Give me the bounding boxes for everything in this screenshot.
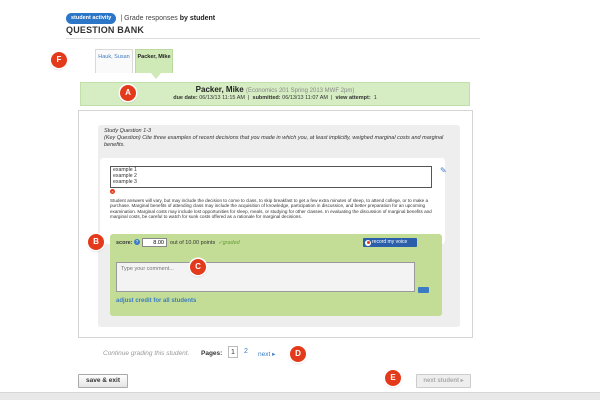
record-icon: [365, 239, 371, 246]
page-title: QUESTION BANK: [66, 25, 145, 35]
due-date-value: 06/13/13 11:15 AM: [199, 95, 245, 101]
breadcrumb-text: | Grade responses by student: [120, 15, 215, 22]
score-input[interactable]: [142, 238, 167, 247]
submitted-label: submitted:: [252, 95, 281, 101]
student-tabs: Hauk, Susan Packer, Mike: [95, 47, 173, 79]
callout-e: E: [385, 370, 401, 386]
next-page-link[interactable]: next ▸: [258, 350, 275, 358]
student-answer: example 1 example 2 example 3: [110, 166, 432, 188]
pages-label: Pages:: [201, 350, 223, 357]
help-icon[interactable]: ?: [134, 239, 140, 245]
edit-icon[interactable]: ✎: [440, 166, 447, 175]
adjust-credit-link[interactable]: adjust credit for all students: [116, 298, 196, 304]
student-name-line: Packer, Mike (Economics 201 Spring 2013 …: [81, 85, 469, 94]
comment-input[interactable]: [116, 262, 415, 292]
tab-student-hauk-susan[interactable]: Hauk, Susan: [95, 49, 133, 73]
student-name: Packer, Mike: [195, 85, 244, 94]
breadcrumb-prefix: | Grade responses: [120, 14, 180, 22]
breadcrumb: student activity | Grade responses by st…: [66, 12, 215, 24]
view-attempt-label: view attempt:: [335, 95, 371, 101]
record-voice-button[interactable]: record my voice: [363, 238, 417, 247]
callout-c: C: [190, 259, 206, 275]
question-text: (Key Question) Cite three examples of re…: [104, 135, 444, 148]
save-exit-button[interactable]: save & exit: [78, 374, 128, 388]
next-student-button[interactable]: next student ▸: [416, 374, 471, 388]
callout-b: B: [88, 234, 104, 250]
bottom-bar: [0, 392, 600, 400]
graded-status: ✓graded: [218, 240, 240, 246]
view-attempt-value[interactable]: 1: [374, 95, 377, 101]
score-out-of: out of 10.00 points: [170, 240, 216, 246]
student-banner: Packer, Mike (Economics 201 Spring 2013 …: [80, 82, 470, 106]
due-date-label: due date:: [173, 95, 198, 101]
submitted-value: 06/13/13 11:07 AM: [282, 95, 328, 101]
student-activity-badge[interactable]: student activity: [66, 12, 117, 24]
keyboard-icon[interactable]: [418, 287, 429, 293]
answer-line: example 3: [113, 178, 137, 185]
breadcrumb-current: by student: [179, 14, 216, 22]
answer-rationale: Student answers will vary, but may inclu…: [110, 198, 432, 219]
submission-meta: due date: 06/13/13 11:15 AM | submitted:…: [173, 95, 377, 101]
title-divider: [66, 38, 480, 39]
incorrect-icon: ×: [110, 189, 115, 194]
page-2[interactable]: 2: [241, 346, 251, 358]
score-label: score:: [116, 240, 133, 246]
callout-f: F: [51, 52, 67, 68]
callout-a: A: [120, 85, 136, 101]
question-title: Study Question 1-3: [104, 128, 152, 134]
tab-student-packer-mike[interactable]: Packer, Mike: [135, 49, 173, 79]
record-voice-label: record my voice: [372, 239, 408, 245]
callout-d: D: [290, 346, 306, 362]
continue-grading-text: Continue grading this student.: [103, 350, 190, 357]
page-1[interactable]: 1: [228, 346, 238, 358]
course-name: (Economics 201 Spring 2013 MWF 2pm): [245, 88, 355, 94]
